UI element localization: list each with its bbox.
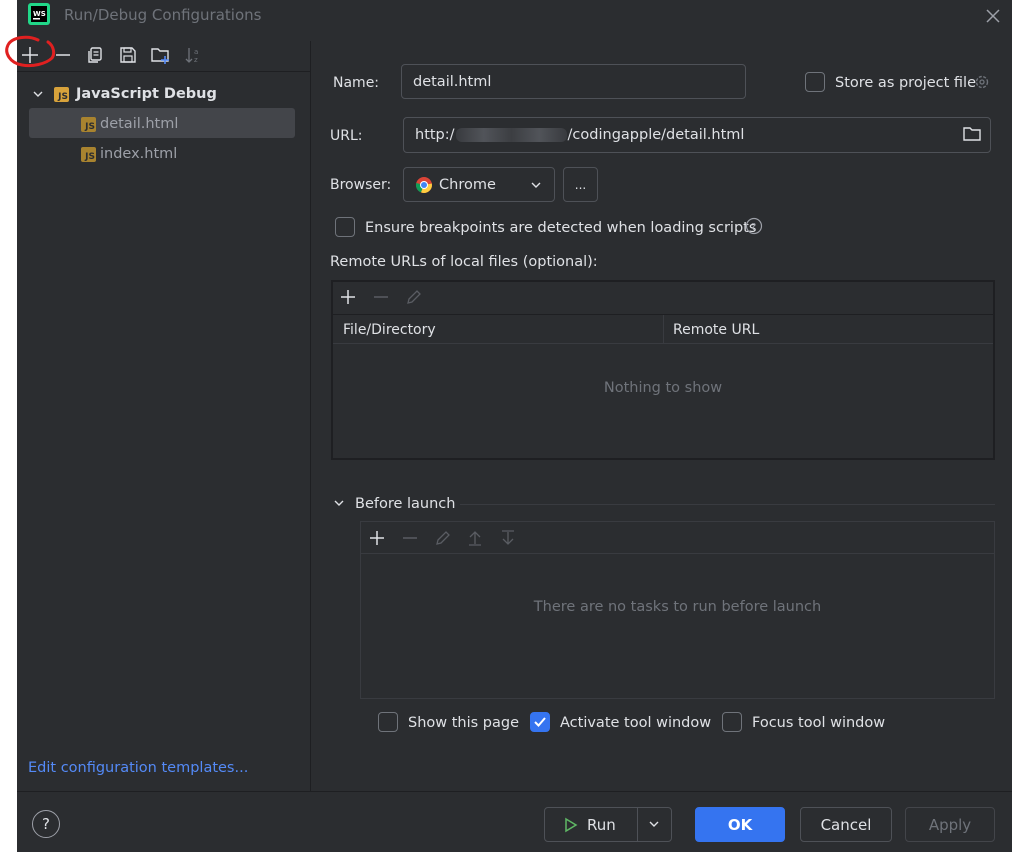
annotation-circle <box>2 34 58 74</box>
tree-item-detail[interactable]: JS detail.html <box>81 109 178 139</box>
ensure-breakpoints-checkbox[interactable] <box>335 217 355 237</box>
chevron-down-icon[interactable] <box>648 818 660 830</box>
svg-text:a: a <box>194 48 198 56</box>
play-icon <box>563 817 579 833</box>
url-suffix: /codingapple/detail.html <box>567 127 745 143</box>
svg-text:z: z <box>194 56 198 64</box>
edit-icon[interactable] <box>404 287 424 307</box>
copy-icon[interactable] <box>84 44 106 66</box>
store-project-label: Store as project file <box>835 75 976 91</box>
javascript-file-icon: JS <box>81 146 96 162</box>
gear-icon[interactable] <box>973 73 991 91</box>
help-button[interactable]: ? <box>32 810 60 838</box>
tree-item-label: detail.html <box>100 116 179 132</box>
apply-button[interactable]: Apply <box>905 807 995 842</box>
browser-settings-button[interactable]: ... <box>563 167 598 202</box>
browser-select[interactable]: Chrome <box>403 167 555 202</box>
redacted-host <box>455 128 567 142</box>
url-field[interactable]: http:/ /codingapple/detail.html <box>403 117 991 153</box>
help-circle-icon[interactable]: ? <box>745 217 763 235</box>
tree-item-index[interactable]: JS index.html <box>81 139 177 169</box>
sort-alpha-icon[interactable]: az <box>182 44 204 66</box>
browser-label: Browser: <box>330 177 392 193</box>
show-page-checkbox[interactable] <box>378 712 398 732</box>
ok-button[interactable]: OK <box>695 807 785 842</box>
save-icon[interactable] <box>117 44 139 66</box>
chevron-down-icon[interactable] <box>333 497 345 509</box>
chevron-down-icon[interactable] <box>32 88 44 100</box>
minus-icon[interactable] <box>52 44 74 66</box>
tree-item-label: index.html <box>100 146 178 162</box>
column-header-file[interactable]: File/Directory <box>343 322 436 338</box>
focus-tool-label: Focus tool window <box>752 715 886 731</box>
activate-tool-label: Activate tool window <box>560 715 712 731</box>
empty-table-text: Nothing to show <box>603 380 723 396</box>
chrome-icon <box>415 176 433 194</box>
before-launch-label[interactable]: Before launch <box>355 496 455 512</box>
window-title: Run/Debug Configurations <box>64 6 262 24</box>
move-down-icon[interactable] <box>498 528 518 548</box>
checkmark-icon <box>534 717 546 727</box>
edit-icon[interactable] <box>433 528 453 548</box>
focus-tool-checkbox[interactable] <box>722 712 742 732</box>
folder-icon[interactable] <box>962 125 982 143</box>
minus-icon[interactable] <box>400 528 420 548</box>
browser-value: Chrome <box>439 176 496 193</box>
ensure-breakpoints-label: Ensure breakpoints are detected when loa… <box>365 220 757 236</box>
store-project-checkbox[interactable] <box>805 72 825 92</box>
edit-templates-link[interactable]: Edit configuration templates... <box>28 760 248 776</box>
tree-group-label: JavaScript Debug <box>76 86 217 102</box>
tree-group-javascript-debug[interactable]: JS JavaScript Debug <box>32 79 217 109</box>
webstorm-logo-icon: WS <box>28 3 50 25</box>
new-folder-icon[interactable] <box>149 44 171 66</box>
javascript-debug-icon: JS <box>54 86 69 102</box>
name-field[interactable]: detail.html <box>401 64 746 99</box>
svg-text:WS: WS <box>33 10 46 18</box>
run-label: Run <box>587 815 616 834</box>
before-launch-empty-text: There are no tasks to run before launch <box>533 599 822 615</box>
remote-urls-table <box>331 280 995 460</box>
name-value: detail.html <box>413 73 492 90</box>
activate-tool-checkbox[interactable] <box>530 712 550 732</box>
javascript-file-icon: JS <box>81 116 96 132</box>
url-label: URL: <box>330 128 363 144</box>
remote-urls-label: Remote URLs of local files (optional): <box>330 254 598 270</box>
close-icon[interactable] <box>984 7 1002 25</box>
minus-icon[interactable] <box>371 287 391 307</box>
move-up-icon[interactable] <box>465 528 485 548</box>
chevron-down-icon <box>530 179 542 191</box>
column-header-remote[interactable]: Remote URL <box>673 322 759 338</box>
cancel-button[interactable]: Cancel <box>800 807 892 842</box>
name-label: Name: <box>333 75 380 91</box>
plus-icon[interactable] <box>367 528 387 548</box>
svg-text:?: ? <box>751 222 756 233</box>
show-page-label: Show this page <box>408 715 520 731</box>
url-prefix: http:/ <box>415 127 455 143</box>
plus-icon[interactable] <box>338 287 358 307</box>
